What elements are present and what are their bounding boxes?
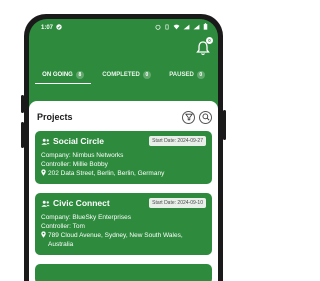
projects-panel: Projects Social Circle Start Date: 2024-… xyxy=(29,101,218,281)
search-icon xyxy=(202,113,210,121)
app-notification-icon xyxy=(56,23,62,32)
start-date-badge: Start Date: 2024-09-10 xyxy=(149,198,206,208)
tab-label: PAUSED xyxy=(169,72,194,78)
phone-side-button xyxy=(21,122,24,148)
people-icon xyxy=(41,200,50,207)
controller-text: Controller: Tom xyxy=(41,223,85,230)
vibrate-icon xyxy=(164,24,170,32)
project-name: Civic Connect xyxy=(53,198,110,208)
project-card[interactable]: Civic Connect Start Date: 2024-09-10 Com… xyxy=(35,193,212,255)
app-bar: 0 xyxy=(29,36,218,68)
battery-icon xyxy=(203,23,208,32)
phone-frame: 1:07 0 ON GOING 8 COMPLETED 0 PAUSED 0 P… xyxy=(24,14,223,281)
project-card-partial[interactable] xyxy=(35,264,212,281)
status-bar: 1:07 xyxy=(29,19,218,36)
status-time: 1:07 xyxy=(41,24,54,31)
projects-header: Projects xyxy=(35,108,212,126)
phone-side-button xyxy=(223,110,226,140)
phone-side-button xyxy=(21,95,24,113)
address-text: 789 Cloud Avenue, Sydney, New South Wale… xyxy=(48,232,183,248)
location-pin-icon xyxy=(41,231,46,238)
signal-icon-2 xyxy=(193,24,200,32)
address-text: 202 Data Street, Berlin, Berlin, Germany xyxy=(48,170,165,177)
company-text: Company: BlueSky Enterprises xyxy=(41,214,131,221)
filter-button[interactable] xyxy=(182,110,195,124)
search-button[interactable] xyxy=(199,110,212,124)
page-title: Projects xyxy=(37,112,73,122)
tab-label: ON GOING xyxy=(42,72,73,78)
alarm-icon xyxy=(155,24,161,32)
start-date-badge: Start Date: 2024-09-27 xyxy=(149,136,206,146)
tab-count-badge: 8 xyxy=(75,71,84,79)
location-pin-icon xyxy=(41,169,46,176)
notifications-button[interactable]: 0 xyxy=(196,37,213,56)
filter-icon xyxy=(184,113,193,121)
company-text: Company: Nimbus Networks xyxy=(41,152,124,159)
app-screen: 1:07 0 ON GOING 8 COMPLETED 0 PAUSED 0 P… xyxy=(29,19,218,281)
tab-count-badge: 0 xyxy=(142,71,151,79)
notification-count-badge: 0 xyxy=(206,37,213,44)
project-card[interactable]: Social Circle Start Date: 2024-09-27 Com… xyxy=(35,131,212,184)
tab-completed[interactable]: COMPLETED 0 xyxy=(93,68,160,82)
tab-paused[interactable]: PAUSED 0 xyxy=(160,68,214,82)
people-icon xyxy=(41,138,50,145)
wifi-icon xyxy=(173,24,180,32)
tab-count-badge: 0 xyxy=(196,71,205,79)
signal-icon xyxy=(183,24,190,32)
project-name: Social Circle xyxy=(53,136,105,146)
tab-ongoing[interactable]: ON GOING 8 xyxy=(33,68,93,84)
status-tabs: ON GOING 8 COMPLETED 0 PAUSED 0 xyxy=(29,68,218,86)
tab-label: COMPLETED xyxy=(102,72,140,78)
controller-text: Controller: Millie Bobby xyxy=(41,161,108,168)
